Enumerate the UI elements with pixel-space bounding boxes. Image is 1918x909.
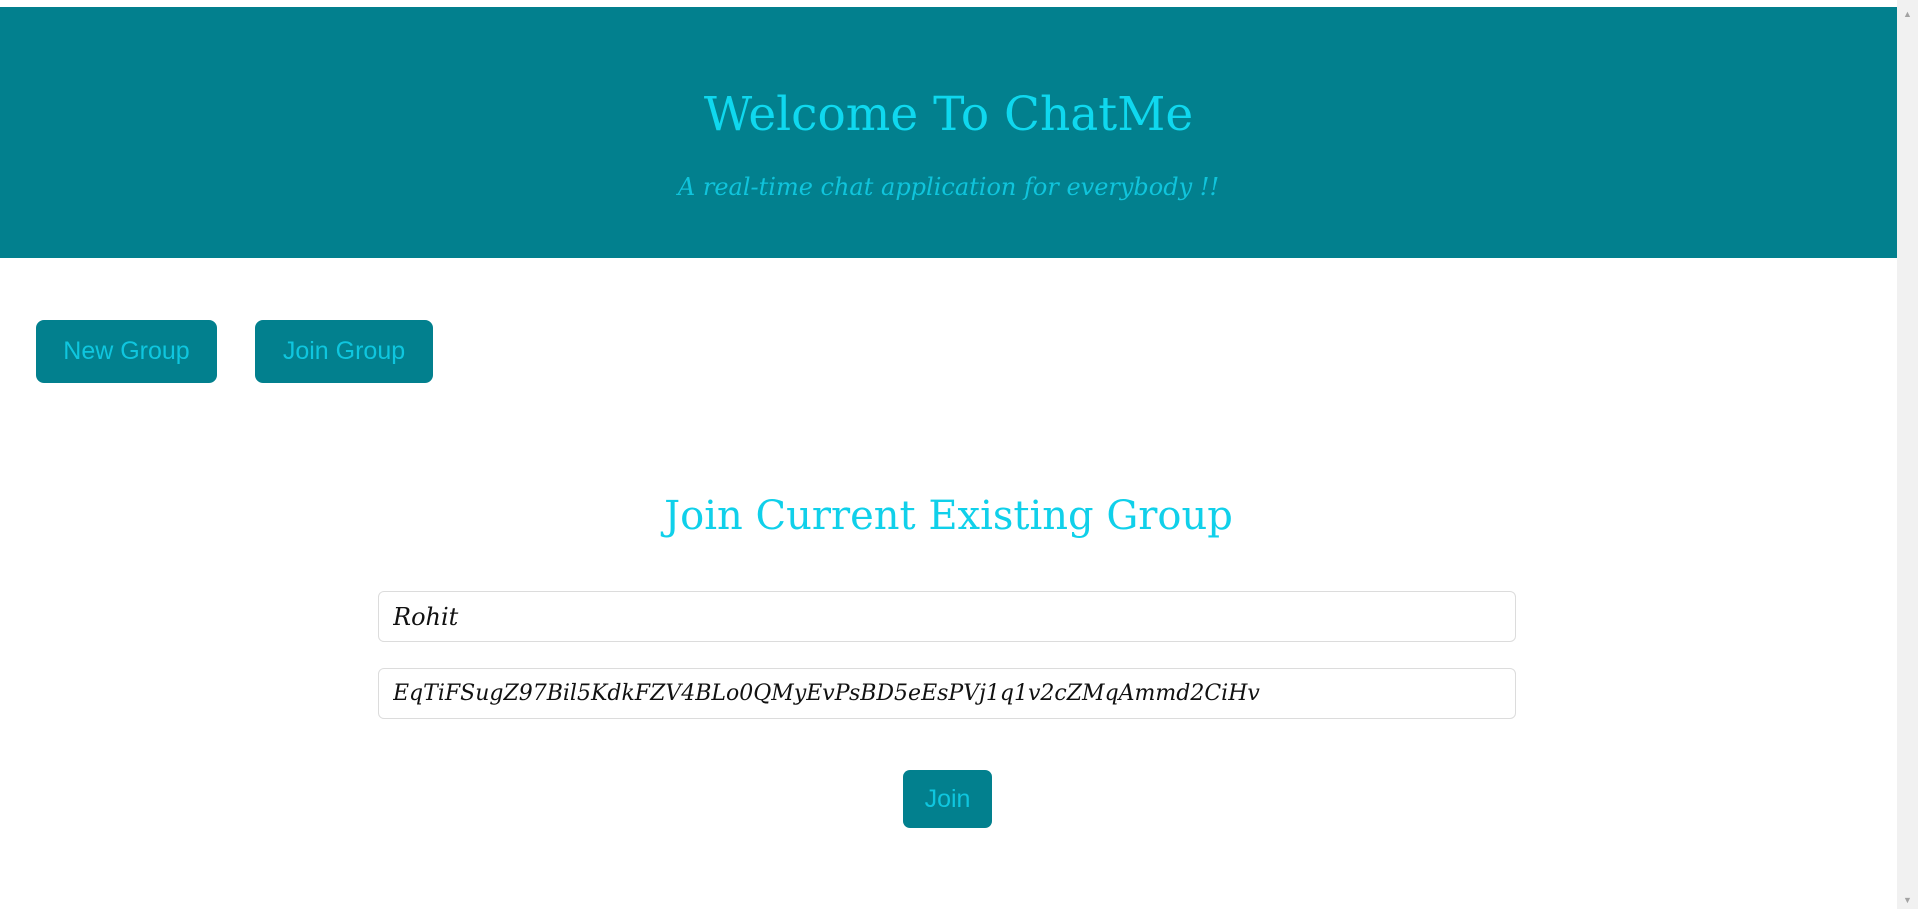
scroll-up-arrow-icon[interactable]: ▲: [1897, 6, 1918, 23]
name-input[interactable]: [378, 591, 1516, 642]
page-title: Welcome To ChatMe: [703, 87, 1194, 142]
scroll-down-arrow-icon[interactable]: ▼: [1897, 892, 1918, 909]
group-code-input[interactable]: [378, 668, 1516, 719]
join-group-button[interactable]: Join Group: [255, 320, 433, 383]
header-banner: Welcome To ChatMe A real-time chat appli…: [0, 7, 1897, 258]
page: Welcome To ChatMe A real-time chat appli…: [0, 0, 1918, 909]
join-button[interactable]: Join: [903, 770, 992, 828]
vertical-scrollbar[interactable]: ▲ ▼: [1897, 0, 1918, 909]
new-group-button[interactable]: New Group: [36, 320, 217, 383]
page-subtitle: A real-time chat application for everybo…: [677, 173, 1220, 201]
join-section-title: Join Current Existing Group: [664, 493, 1233, 539]
